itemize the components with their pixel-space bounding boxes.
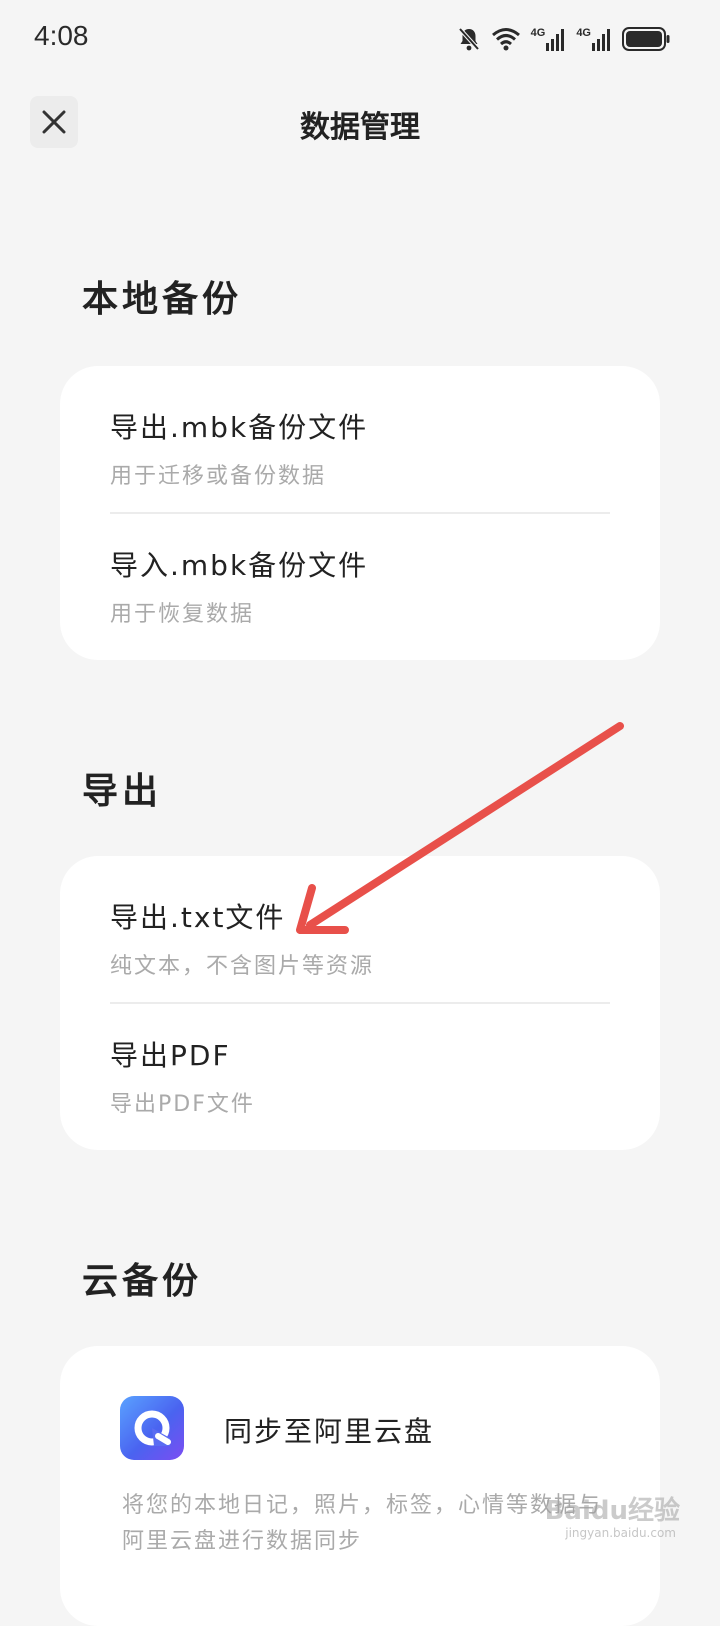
item-label: 导出.mbk备份文件: [110, 411, 369, 444]
import-mbk-item[interactable]: 导入.mbk备份文件 用于恢复数据: [110, 544, 610, 628]
aliyun-sync-label: 同步至阿里云盘: [224, 1415, 435, 1448]
item-subtitle: 纯文本，不含图片等资源: [110, 954, 375, 979]
local-backup-card: 导出.mbk备份文件 用于迁移或备份数据 导入.mbk备份文件 用于恢复数据: [60, 366, 660, 660]
aliyun-sync-description: 将您的本地日记，照片，标签，心情等数据与阿里云盘进行数据同步: [122, 1493, 603, 1554]
watermark: Baidu经验: [544, 1496, 680, 1526]
item-subtitle: 用于迁移或备份数据: [110, 464, 327, 489]
item-label: 导出PDF: [110, 1039, 231, 1072]
item-label: 导入.mbk备份文件: [110, 549, 369, 582]
divider: [110, 512, 610, 514]
network-type-1: 4G: [530, 27, 546, 39]
export-card: 导出.txt文件 纯文本，不含图片等资源 导出PDF 导出PDF文件: [60, 856, 660, 1150]
signal-2: 4G: [576, 27, 612, 51]
bell-muted-icon: [458, 27, 480, 51]
cloud-backup-card: 同步至阿里云盘 将您的本地日记，照片，标签，心情等数据与阿里云盘进行数据同步: [60, 1346, 660, 1626]
battery-icon: [622, 27, 670, 51]
signal-bars-icon: [592, 29, 610, 51]
signal-1: 4G: [531, 27, 567, 51]
item-label: 导出.txt文件: [110, 901, 286, 934]
page-title: 数据管理: [300, 110, 420, 145]
status-time: 4:08: [34, 20, 89, 51]
section-title-cloud-backup: 云备份: [82, 1261, 203, 1302]
section-title-local-backup: 本地备份: [82, 279, 243, 320]
status-bar: 4:08 4G 4G: [0, 0, 720, 80]
aliyun-drive-icon: [120, 1396, 184, 1460]
section-title-export: 导出: [82, 771, 163, 812]
export-txt-item[interactable]: 导出.txt文件 纯文本，不含图片等资源: [110, 896, 610, 980]
aliyun-drive-glyph: [134, 1410, 171, 1446]
export-pdf-item[interactable]: 导出PDF 导出PDF文件: [110, 1034, 610, 1118]
wifi-icon: [491, 28, 520, 51]
export-mbk-item[interactable]: 导出.mbk备份文件 用于迁移或备份数据: [110, 406, 610, 490]
item-subtitle: 导出PDF文件: [110, 1092, 255, 1117]
aliyun-sync-item[interactable]: 同步至阿里云盘: [60, 1346, 660, 1476]
watermark-sub: jingyan.baidu.com: [565, 1526, 676, 1540]
divider: [110, 1002, 610, 1004]
network-type-2: 4G: [576, 27, 591, 39]
item-subtitle: 用于恢复数据: [110, 602, 255, 627]
signal-bars-icon: [546, 29, 565, 51]
status-icons: 4G 4G: [457, 24, 670, 54]
